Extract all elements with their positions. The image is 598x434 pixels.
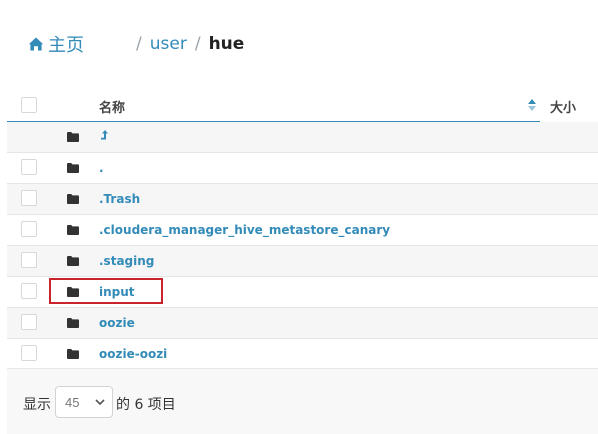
table-row[interactable]: .cloudera_manager_hive_metastore_canary [7, 215, 598, 246]
file-name-link[interactable]: .cloudera_manager_hive_metastore_canary [99, 223, 390, 237]
file-name-link[interactable]: .staging [99, 254, 154, 268]
folder-icon [67, 287, 79, 297]
row-checkbox[interactable] [21, 345, 37, 361]
row-checkbox[interactable] [21, 159, 37, 175]
table-row[interactable]: .staging [7, 246, 598, 277]
folder-icon [67, 349, 79, 359]
file-name-link[interactable]: oozie [99, 316, 135, 330]
file-name-link[interactable]: oozie-oozi [99, 347, 167, 361]
folder-icon [67, 163, 79, 173]
table-row[interactable] [7, 122, 598, 153]
row-checkbox[interactable] [21, 221, 37, 237]
table-row[interactable]: oozie-oozi [7, 339, 598, 370]
chevron-down-icon [95, 399, 105, 406]
sort-icon[interactable] [527, 98, 537, 112]
folder-icon [67, 318, 79, 328]
home-label: 主页 [48, 35, 84, 56]
home-link[interactable]: 主页 [28, 31, 84, 57]
table-row[interactable]: input [7, 277, 598, 308]
page-size-select[interactable]: 45 [55, 386, 113, 418]
file-name-link[interactable]: .Trash [99, 192, 140, 206]
item-count-summary: 的 6 项目 [116, 397, 176, 413]
page-size-value: 45 [65, 395, 80, 410]
file-table: 名称 大小 . .Trash .cloudera_manager_hive_me… [7, 90, 598, 370]
row-checkbox[interactable] [21, 314, 37, 330]
breadcrumb-separator: / [136, 34, 142, 54]
file-name-link[interactable]: . [99, 161, 104, 175]
table-footer: 显示 45 的 6 项目 [7, 368, 598, 434]
breadcrumb-separator: / [194, 34, 201, 54]
folder-icon [67, 256, 79, 266]
folder-icon [67, 132, 79, 142]
breadcrumb-item-hue: hue [208, 34, 245, 54]
row-checkbox[interactable] [21, 190, 37, 206]
table-row[interactable]: .Trash [7, 184, 598, 215]
column-header-name[interactable]: 名称 [99, 97, 125, 116]
breadcrumb-item-user[interactable]: user [150, 34, 187, 54]
home-icon [28, 37, 44, 51]
row-checkbox[interactable] [21, 283, 37, 299]
parent-directory-icon[interactable] [99, 129, 109, 141]
breadcrumb: 主页 / user / hue [28, 30, 244, 58]
folder-icon [67, 225, 79, 235]
table-row[interactable]: . [7, 153, 598, 184]
row-checkbox[interactable] [21, 252, 37, 268]
table-row[interactable]: oozie [7, 308, 598, 339]
show-label: 显示 [23, 397, 51, 413]
folder-icon [67, 194, 79, 204]
table-header: 名称 大小 [7, 90, 598, 122]
select-all-checkbox[interactable] [21, 97, 37, 113]
file-name-link[interactable]: input [99, 285, 135, 299]
column-header-size[interactable]: 大小 [550, 97, 576, 116]
